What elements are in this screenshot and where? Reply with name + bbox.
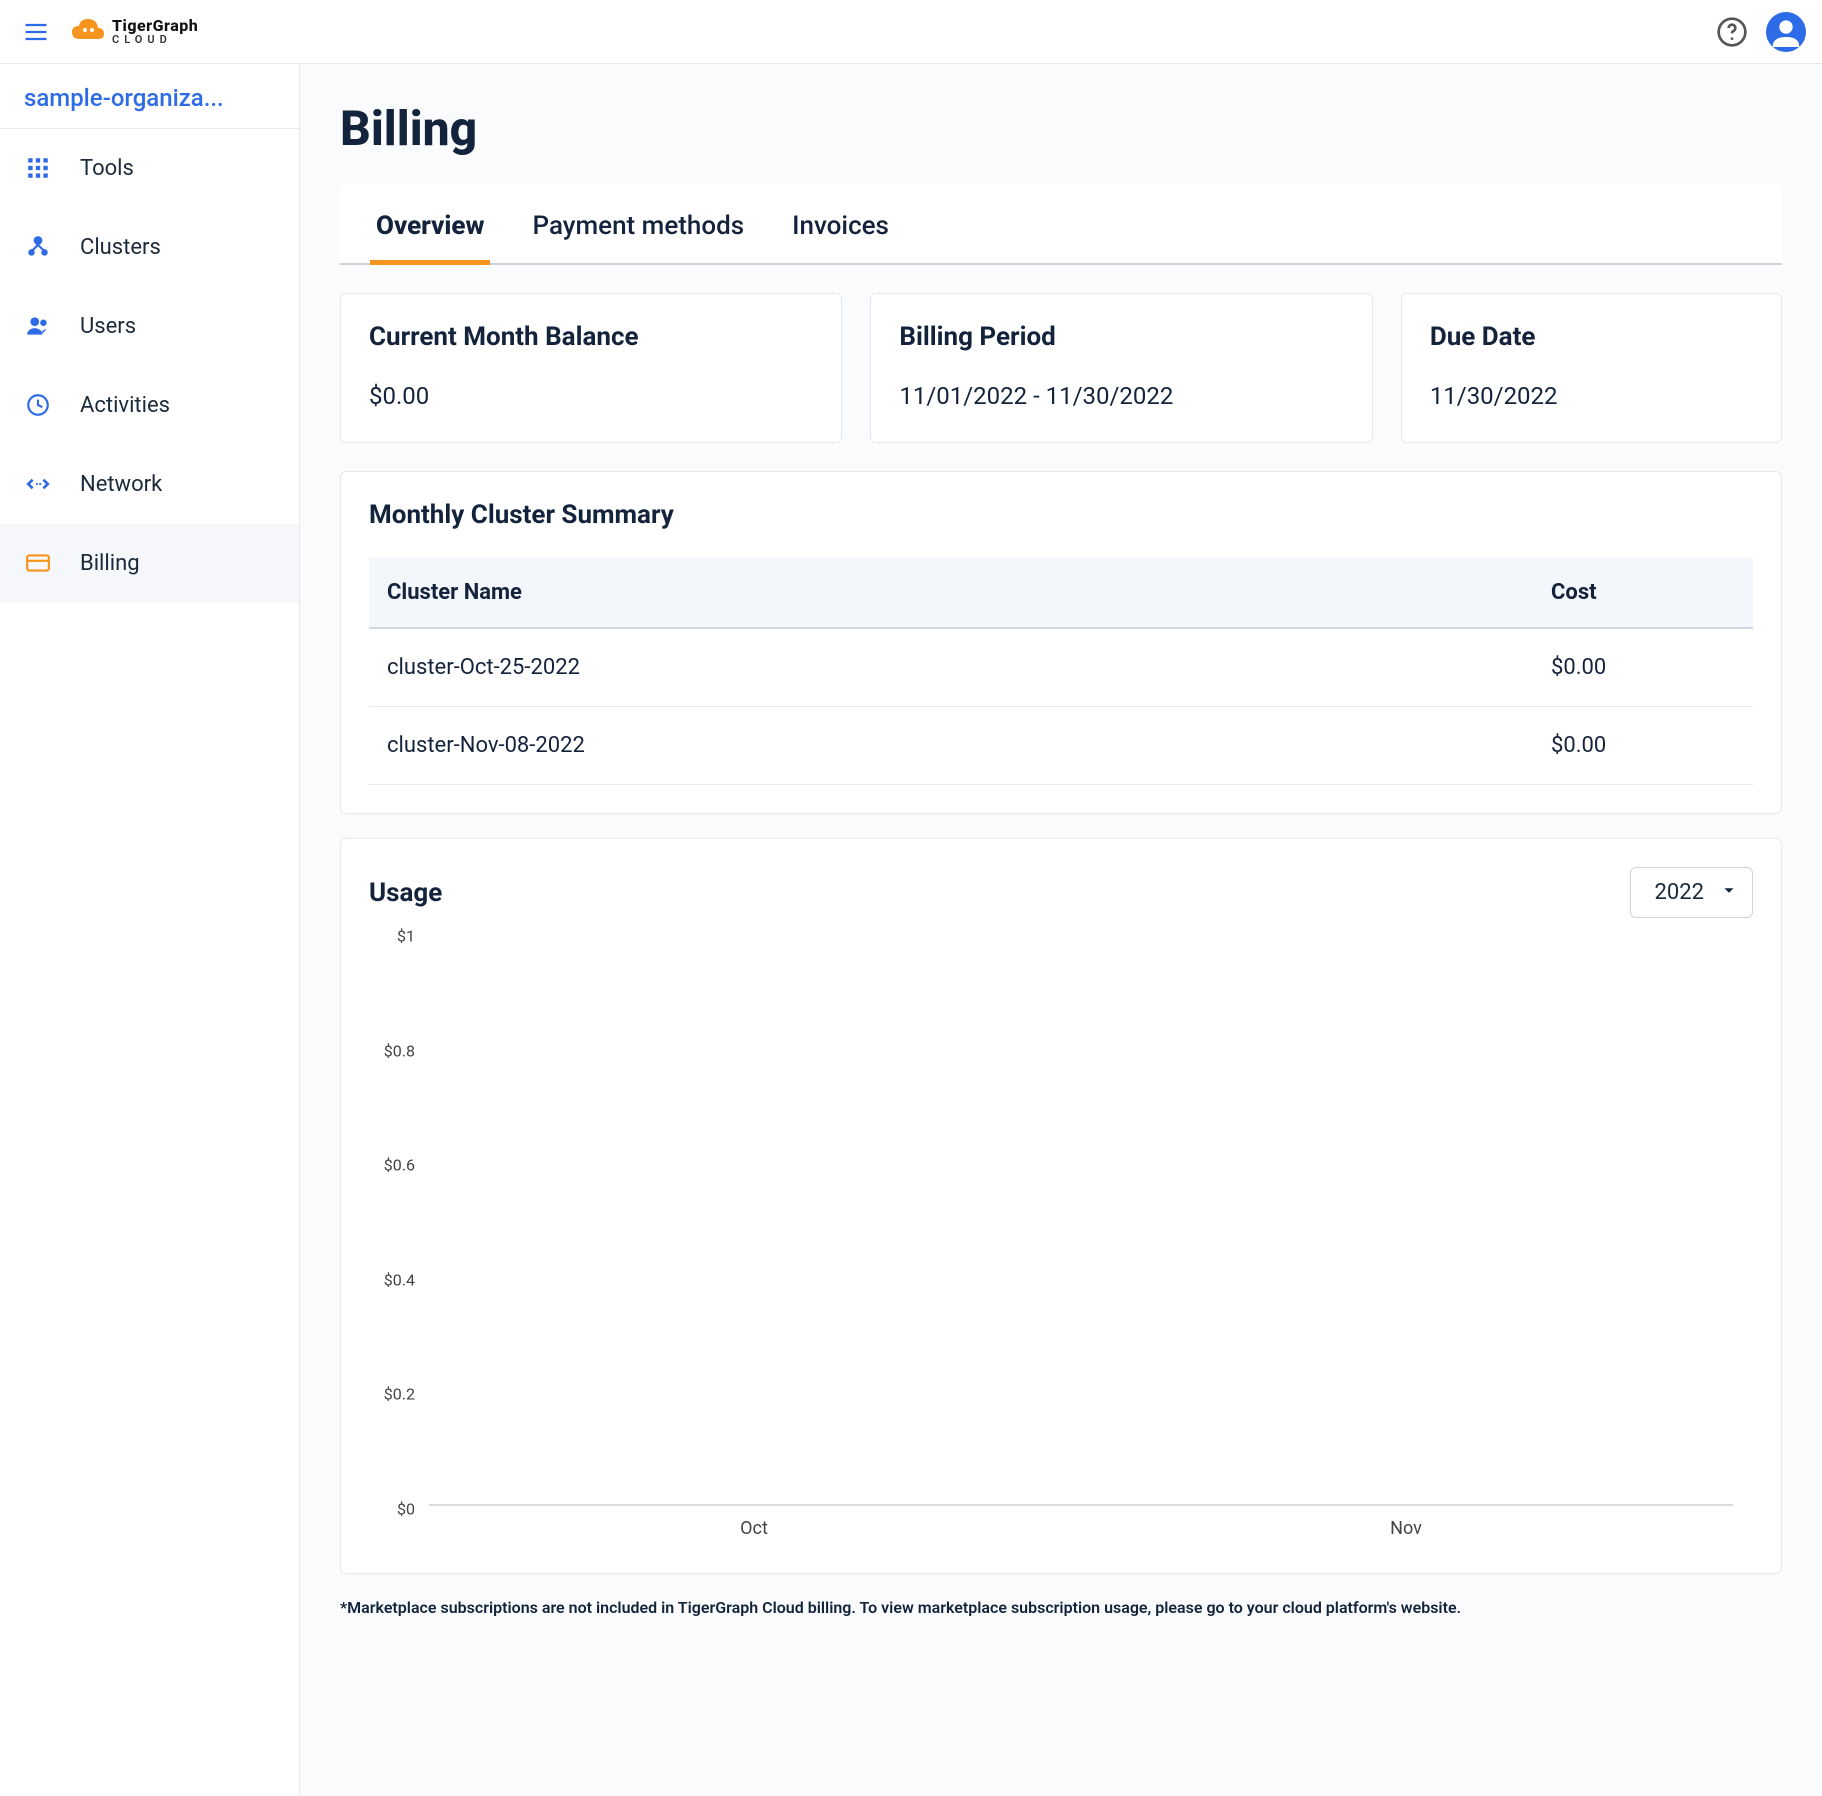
col-cluster-name: Cluster Name bbox=[369, 558, 1533, 628]
y-tick: $0.2 bbox=[384, 1385, 415, 1404]
sidebar: sample-organiza... Tools Clusters Users bbox=[0, 64, 300, 1796]
sidebar-item-activities[interactable]: Activities bbox=[0, 366, 299, 445]
cluster-name-cell: cluster-Oct-25-2022 bbox=[369, 628, 1533, 707]
col-cost: Cost bbox=[1533, 558, 1753, 628]
period-value: 11/01/2022 - 11/30/2022 bbox=[899, 382, 1343, 410]
menu-button[interactable] bbox=[16, 12, 56, 52]
cluster-cost-cell: $0.00 bbox=[1533, 628, 1753, 707]
year-select[interactable]: 2022 bbox=[1630, 867, 1753, 918]
cluster-cost-cell: $0.00 bbox=[1533, 707, 1753, 785]
sidebar-item-users[interactable]: Users bbox=[0, 287, 299, 366]
balance-title: Current Month Balance bbox=[369, 322, 813, 352]
cluster-summary-title: Monthly Cluster Summary bbox=[369, 500, 1753, 530]
due-title: Due Date bbox=[1430, 322, 1753, 352]
brand-line2: CLOUD bbox=[112, 34, 198, 45]
apps-icon bbox=[24, 155, 52, 181]
usage-chart: $1 $0.8 $0.6 $0.4 $0.2 $0 Oct Nov bbox=[369, 936, 1753, 1545]
page-title: Billing bbox=[340, 100, 1782, 157]
table-row: cluster-Nov-08-2022 $0.00 bbox=[369, 707, 1753, 785]
usage-title: Usage bbox=[369, 878, 442, 908]
sidebar-item-label: Activities bbox=[80, 393, 170, 418]
menu-icon bbox=[22, 18, 50, 46]
chevron-down-icon bbox=[1720, 880, 1738, 905]
sidebar-item-label: Clusters bbox=[80, 235, 161, 260]
y-tick: $0 bbox=[397, 1500, 415, 1519]
cluster-name-cell: cluster-Nov-08-2022 bbox=[369, 707, 1533, 785]
org-selector[interactable]: sample-organiza... bbox=[0, 64, 299, 129]
sidebar-item-tools[interactable]: Tools bbox=[0, 129, 299, 208]
overview-panel: Overview Payment methods Invoices Curren… bbox=[340, 183, 1782, 1617]
help-icon bbox=[1716, 16, 1748, 48]
sidebar-item-label: Tools bbox=[80, 156, 134, 181]
period-card: Billing Period 11/01/2022 - 11/30/2022 bbox=[870, 293, 1372, 443]
tab-overview[interactable]: Overview bbox=[376, 183, 484, 263]
cluster-icon bbox=[24, 234, 52, 260]
topbar: TigerGraph CLOUD bbox=[0, 0, 1822, 64]
chart-plot-area bbox=[429, 946, 1733, 1506]
main-content: Billing Overview Payment methods Invoice… bbox=[300, 64, 1822, 1796]
tab-payment-methods[interactable]: Payment methods bbox=[532, 183, 744, 263]
cluster-table: Cluster Name Cost cluster-Oct-25-2022 $0… bbox=[369, 558, 1753, 785]
y-tick: $0.6 bbox=[384, 1156, 415, 1175]
y-tick: $0.4 bbox=[384, 1270, 415, 1289]
balance-card: Current Month Balance $0.00 bbox=[340, 293, 842, 443]
tab-invoices[interactable]: Invoices bbox=[792, 183, 889, 263]
balance-value: $0.00 bbox=[369, 382, 813, 410]
due-value: 11/30/2022 bbox=[1430, 382, 1753, 410]
sidebar-item-billing[interactable]: Billing bbox=[0, 524, 299, 603]
account-button[interactable] bbox=[1766, 12, 1806, 52]
footnote: *Marketplace subscriptions are not inclu… bbox=[340, 1598, 1782, 1617]
due-card: Due Date 11/30/2022 bbox=[1401, 293, 1782, 443]
year-value: 2022 bbox=[1655, 880, 1704, 905]
sidebar-item-label: Network bbox=[80, 472, 162, 497]
period-title: Billing Period bbox=[899, 322, 1343, 352]
x-tick: Oct bbox=[740, 1518, 768, 1539]
usage-card: Usage 2022 $1 $0.8 $0.6 $0.4 $0.2 bbox=[340, 838, 1782, 1574]
x-tick: Nov bbox=[1390, 1518, 1422, 1539]
clock-icon bbox=[24, 392, 52, 418]
avatar-icon bbox=[1766, 12, 1806, 52]
billing-tabs: Overview Payment methods Invoices bbox=[340, 183, 1782, 265]
cluster-summary-card: Monthly Cluster Summary Cluster Name Cos… bbox=[340, 471, 1782, 814]
sidebar-item-network[interactable]: Network bbox=[0, 445, 299, 524]
sidebar-item-clusters[interactable]: Clusters bbox=[0, 208, 299, 287]
tiger-cloud-icon bbox=[70, 17, 106, 47]
table-row: cluster-Oct-25-2022 $0.00 bbox=[369, 628, 1753, 707]
brand-logo: TigerGraph CLOUD bbox=[70, 17, 198, 47]
brand-line1: TigerGraph bbox=[112, 18, 198, 34]
card-icon bbox=[24, 550, 52, 576]
y-tick: $0.8 bbox=[384, 1041, 415, 1060]
sidebar-item-label: Billing bbox=[80, 551, 140, 576]
code-icon bbox=[24, 471, 52, 497]
sidebar-item-label: Users bbox=[80, 314, 136, 339]
y-tick: $1 bbox=[397, 927, 415, 946]
people-icon bbox=[24, 313, 52, 339]
help-button[interactable] bbox=[1716, 16, 1748, 48]
